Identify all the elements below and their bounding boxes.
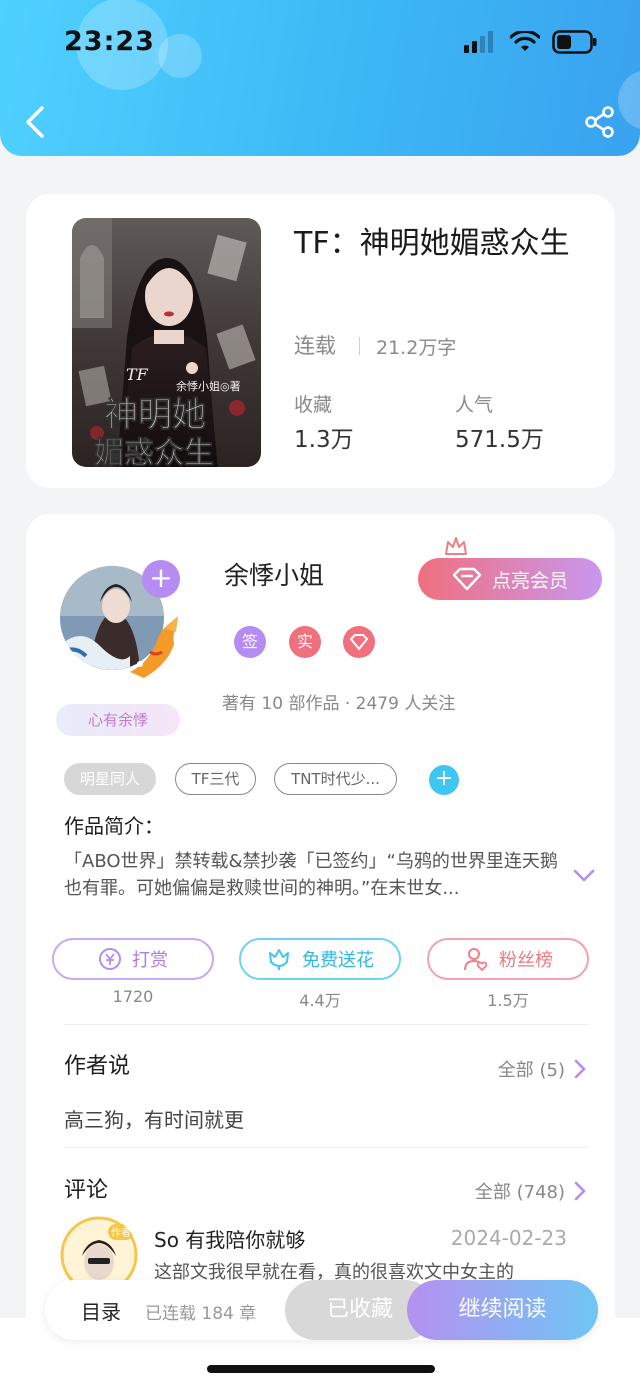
stat-label-favorites: 收藏 [294,394,333,416]
author-says-text: 高三狗，有时间就更 [64,1108,244,1132]
signed-badge: 签 [234,626,266,658]
comments-see-all-label: 全部 (748) [474,1182,565,1203]
comment-date: 2024-02-23 [450,1226,567,1250]
share-button[interactable] [584,106,616,142]
verified-badge: 实 [289,626,321,658]
comments-title: 评论 [64,1178,109,1203]
book-word-count: 21.2万字 [376,337,457,359]
status-time: 23:23 [64,26,155,57]
divider [64,1147,588,1148]
divider [359,337,360,355]
activate-vip-button[interactable]: 点亮会员 [418,558,602,600]
bottom-action-bar: 目录 已连载 184 章 已收藏 继续阅读 [45,1280,598,1340]
comment-username[interactable]: So 有我陪你就够 [154,1224,305,1253]
intro-label: 作品简介： [64,814,164,838]
cover-prefix: TF [126,365,149,384]
stat-value-popularity: 571.5万 [455,427,544,453]
book-info-card: TF 余悸小姐◎著 神明她 媚惑众生 TF：神明她媚惑众生 连载 21.2万字 … [26,194,615,488]
chevron-right-icon [574,1181,586,1201]
chapter-count: 已连载 184 章 [145,1304,257,1324]
header-bar: 23:23 [0,0,640,156]
book-status: 连载 [294,334,336,358]
back-button[interactable] [22,104,48,144]
author-says-see-all[interactable]: 全部 (5) [498,1056,587,1082]
cover-author: 余悸小姐◎著 [176,379,241,393]
fans-club-tag[interactable]: 心有余悸 [56,704,180,736]
author-says-title: 作者说 [64,1054,131,1079]
vip-badge [343,626,375,658]
coin-icon [99,948,121,970]
vip-button-label: 点亮会员 [491,569,568,592]
divider [64,1024,588,1025]
decor-bubble [158,34,202,78]
author-says-see-all-label: 全部 (5) [497,1060,565,1081]
stat-value-favorites: 1.3万 [294,427,354,453]
toc-button[interactable]: 目录 [81,1296,121,1325]
cover-title-line2: 媚惑众生 [94,436,214,467]
cover-art: TF 余悸小姐◎著 神明她 媚惑众生 [72,218,261,467]
diamond-icon [349,634,369,651]
status-icons [464,30,598,54]
tag-item[interactable]: TNT时代少... [274,763,397,795]
user-heart-icon [464,948,488,972]
chevron-down-icon[interactable] [572,868,596,884]
fan-ranking-label: 粉丝榜 [499,950,553,971]
continue-reading-button[interactable]: 继续阅读 [407,1280,598,1340]
chevron-left-icon [26,106,44,138]
author-stats: 著有 10 部作品 · 2479 人关注 [222,694,456,714]
fan-ranking-button[interactable]: 粉丝榜 [427,938,589,980]
home-indicator [207,1365,435,1373]
crown-icon [445,537,467,555]
author-badge-text: 作者 [111,1227,131,1239]
cover-title-line1: 神明她 [104,395,206,435]
tag-item[interactable]: 明星同人 [64,763,156,795]
intro-text: 「ABO世界」禁转载&禁抄袭「已签约」“乌鸦的世界里连天鹅也有罪。可她偏偏是救赎… [64,851,558,899]
send-flower-button[interactable]: 免费送花 [239,938,401,980]
flower-count: 4.4万 [299,991,341,1010]
signal-icon [464,31,493,53]
add-tag-button[interactable]: + [429,765,459,795]
share-icon [585,106,614,138]
battery-icon [552,30,597,54]
fan-ranking-count: 1.5万 [487,991,529,1010]
book-cover[interactable]: TF 余悸小姐◎著 神明她 媚惑众生 [72,218,261,467]
tip-button[interactable]: 打赏 [52,938,214,980]
wifi-icon [510,31,540,51]
follow-author-button[interactable]: + [142,560,180,598]
flower-icon [269,949,289,970]
chevron-right-icon [574,1059,586,1079]
tag-item[interactable]: TF三代 [175,763,256,795]
author-card: + 心有余悸 余悸小姐 点亮会员 签 实 著有 10 部作品 · 2479 人关… [26,514,615,1387]
author-name[interactable]: 余悸小姐 [224,556,324,592]
stat-label-popularity: 人气 [455,394,494,416]
book-title: TF：神明她媚惑众生 [294,226,570,261]
diamond-icon [452,567,482,591]
tip-label: 打赏 [132,950,168,971]
tip-count: 1720 [112,987,154,1006]
koi-fish-icon [130,616,178,678]
comments-see-all[interactable]: 全部 (748) [475,1178,587,1204]
send-flower-label: 免费送花 [302,950,374,971]
decor-bubble [618,70,640,130]
